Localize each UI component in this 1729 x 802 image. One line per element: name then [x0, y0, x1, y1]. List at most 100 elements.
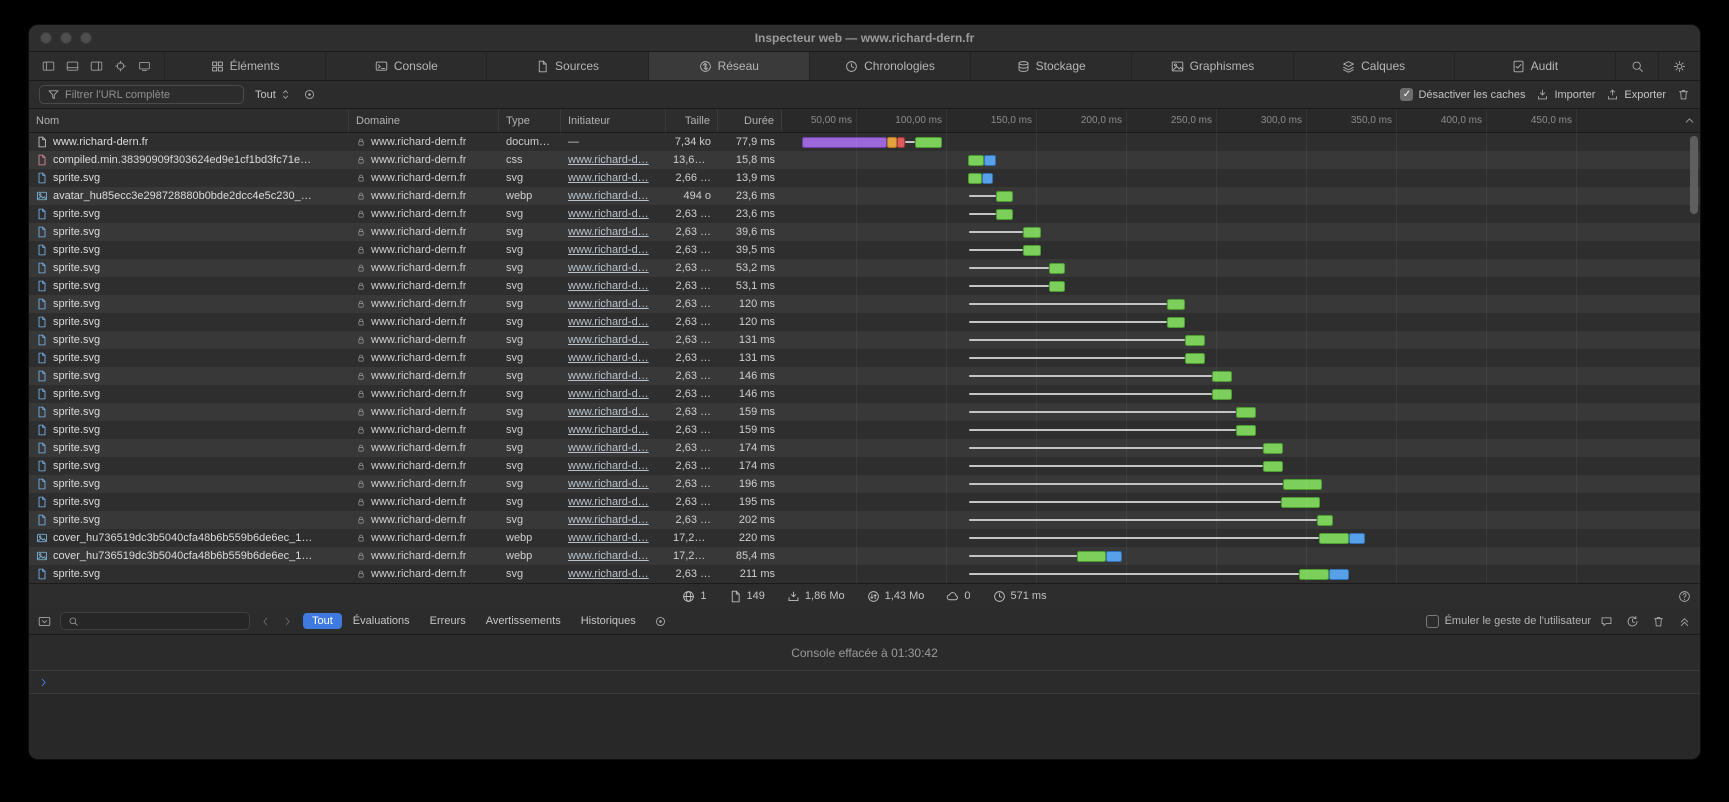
- disable-caches-checkbox[interactable]: ✓ Désactiver les caches: [1400, 88, 1525, 101]
- console-tab-tout[interactable]: Tout: [303, 613, 342, 629]
- initiator-link[interactable]: www.richard-d…: [568, 316, 649, 328]
- console-tab-avertissements[interactable]: Avertissements: [477, 613, 570, 629]
- url-filter-input[interactable]: [65, 89, 236, 101]
- initiator-link[interactable]: www.richard-d…: [568, 424, 649, 436]
- initiator-link[interactable]: www.richard-d…: [568, 406, 649, 418]
- network-request-row[interactable]: sprite.svgwww.richard-dern.frsvgwww.rich…: [29, 313, 1700, 331]
- initiator-link[interactable]: www.richard-d…: [568, 226, 649, 238]
- zoom-window-button[interactable]: [80, 32, 92, 44]
- initiator-link[interactable]: www.richard-d…: [568, 550, 649, 562]
- network-request-row[interactable]: sprite.svgwww.richard-dern.frsvgwww.rich…: [29, 241, 1700, 259]
- search-button[interactable]: [1616, 52, 1658, 80]
- initiator-link[interactable]: www.richard-d…: [568, 190, 649, 202]
- export-button[interactable]: Exporter: [1606, 88, 1666, 101]
- initiator-link[interactable]: www.richard-d…: [568, 244, 649, 256]
- console-search-input[interactable]: [84, 615, 243, 627]
- tab-storage[interactable]: Stockage: [971, 52, 1132, 80]
- console-record-icon[interactable]: [654, 615, 667, 628]
- scroll-top-icon[interactable]: [1683, 114, 1696, 127]
- column-header-name[interactable]: Nom: [29, 109, 349, 132]
- resource-scope-popup[interactable]: Tout: [255, 88, 292, 101]
- tab-timelines[interactable]: Chronologies: [810, 52, 971, 80]
- settings-button[interactable]: [1658, 52, 1700, 80]
- network-request-row[interactable]: sprite.svgwww.richard-dern.frsvgwww.rich…: [29, 403, 1700, 421]
- record-toggle-icon[interactable]: [303, 88, 316, 101]
- initiator-link[interactable]: www.richard-d…: [568, 208, 649, 220]
- network-request-row[interactable]: sprite.svgwww.richard-dern.frsvgwww.rich…: [29, 331, 1700, 349]
- network-request-row[interactable]: cover_hu736519dc3b5040cfa48b6b559b6de6ec…: [29, 547, 1700, 565]
- column-header-type[interactable]: Type: [499, 109, 561, 132]
- network-request-row[interactable]: sprite.svgwww.richard-dern.frsvgwww.rich…: [29, 457, 1700, 475]
- panel-right-icon[interactable]: [90, 60, 103, 73]
- initiator-link[interactable]: www.richard-d…: [568, 496, 649, 508]
- device-icon[interactable]: [138, 60, 151, 73]
- tab-network[interactable]: Réseau: [649, 52, 810, 80]
- network-request-row[interactable]: sprite.svgwww.richard-dern.frsvgwww.rich…: [29, 439, 1700, 457]
- column-header-size[interactable]: Taille: [666, 109, 718, 132]
- column-header-domain[interactable]: Domaine: [349, 109, 499, 132]
- console-search-field[interactable]: [60, 612, 250, 630]
- initiator-link[interactable]: www.richard-d…: [568, 478, 649, 490]
- tab-sources[interactable]: Sources: [487, 52, 648, 80]
- initiator-link[interactable]: www.richard-d…: [568, 370, 649, 382]
- initiator-link[interactable]: www.richard-d…: [568, 334, 649, 346]
- console-messages-icon[interactable]: [1600, 615, 1613, 628]
- clear-network-items-icon[interactable]: [1677, 88, 1690, 101]
- close-window-button[interactable]: [40, 32, 52, 44]
- network-request-row[interactable]: sprite.svgwww.richard-dern.frsvgwww.rich…: [29, 169, 1700, 187]
- initiator-link[interactable]: www.richard-d…: [568, 460, 649, 472]
- panel-left-icon[interactable]: [42, 60, 55, 73]
- network-request-row[interactable]: sprite.svgwww.richard-dern.frsvgwww.rich…: [29, 277, 1700, 295]
- import-button[interactable]: Importer: [1536, 88, 1595, 101]
- initiator-link[interactable]: www.richard-d…: [568, 298, 649, 310]
- tab-graphics[interactable]: Graphismes: [1132, 52, 1293, 80]
- tab-layers[interactable]: Calques: [1294, 52, 1455, 80]
- network-request-row[interactable]: compiled.min.38390909f303624ed9e1cf1bd3f…: [29, 151, 1700, 169]
- initiator-link[interactable]: www.richard-d…: [568, 514, 649, 526]
- network-request-row[interactable]: sprite.svgwww.richard-dern.frsvgwww.rich…: [29, 385, 1700, 403]
- back-icon[interactable]: [259, 615, 272, 628]
- history-icon[interactable]: [1626, 615, 1639, 628]
- tab-console[interactable]: Console: [326, 52, 487, 80]
- initiator-link[interactable]: www.richard-d…: [568, 154, 649, 166]
- column-header-initiator[interactable]: Initiateur: [561, 109, 666, 132]
- console-input-area[interactable]: [29, 694, 1700, 759]
- tab-audit[interactable]: Audit: [1455, 52, 1616, 80]
- help-icon[interactable]: [1678, 590, 1691, 603]
- initiator-link[interactable]: www.richard-d…: [568, 532, 649, 544]
- network-request-row[interactable]: sprite.svgwww.richard-dern.frsvgwww.rich…: [29, 349, 1700, 367]
- initiator-link[interactable]: www.richard-d…: [568, 442, 649, 454]
- console-tab-evaluations[interactable]: Évaluations: [344, 613, 419, 629]
- network-request-row[interactable]: sprite.svgwww.richard-dern.frsvgwww.rich…: [29, 259, 1700, 277]
- clear-console-icon[interactable]: [1652, 615, 1665, 628]
- panel-bottom-icon[interactable]: [66, 60, 79, 73]
- column-header-duration[interactable]: Durée: [718, 109, 782, 132]
- url-filter-field[interactable]: [39, 85, 244, 104]
- tab-elements[interactable]: Éléments: [165, 52, 326, 80]
- minimize-window-button[interactable]: [60, 32, 72, 44]
- network-request-row[interactable]: avatar_hu85ecc3e298728880b0bde2dcc4e5c23…: [29, 187, 1700, 205]
- initiator-link[interactable]: www.richard-d…: [568, 262, 649, 274]
- console-prompt[interactable]: [29, 671, 1700, 694]
- console-tab-historiques[interactable]: Historiques: [572, 613, 645, 629]
- network-request-row[interactable]: sprite.svgwww.richard-dern.frsvgwww.rich…: [29, 205, 1700, 223]
- collapse-console-icon[interactable]: [1678, 615, 1691, 628]
- network-request-row[interactable]: sprite.svgwww.richard-dern.frsvgwww.rich…: [29, 223, 1700, 241]
- console-scope-icon[interactable]: [38, 615, 51, 628]
- initiator-link[interactable]: www.richard-d…: [568, 388, 649, 400]
- network-request-row[interactable]: sprite.svgwww.richard-dern.frsvgwww.rich…: [29, 367, 1700, 385]
- console-tab-erreurs[interactable]: Erreurs: [421, 613, 475, 629]
- initiator-link[interactable]: www.richard-d…: [568, 568, 649, 580]
- forward-icon[interactable]: [281, 615, 294, 628]
- target-icon[interactable]: [114, 60, 127, 73]
- emulate-user-gesture-checkbox[interactable]: Émuler le geste de l'utilisateur: [1426, 615, 1591, 628]
- network-request-row[interactable]: sprite.svgwww.richard-dern.frsvgwww.rich…: [29, 493, 1700, 511]
- initiator-link[interactable]: www.richard-d…: [568, 352, 649, 364]
- initiator-link[interactable]: www.richard-d…: [568, 172, 649, 184]
- network-request-row[interactable]: sprite.svgwww.richard-dern.frsvgwww.rich…: [29, 565, 1700, 583]
- network-request-row[interactable]: cover_hu736519dc3b5040cfa48b6b559b6de6ec…: [29, 529, 1700, 547]
- network-request-row[interactable]: sprite.svgwww.richard-dern.frsvgwww.rich…: [29, 295, 1700, 313]
- network-request-row[interactable]: www.richard-dern.frwww.richard-dern.frdo…: [29, 133, 1700, 151]
- vertical-scrollbar[interactable]: [1690, 136, 1698, 214]
- network-request-row[interactable]: sprite.svgwww.richard-dern.frsvgwww.rich…: [29, 511, 1700, 529]
